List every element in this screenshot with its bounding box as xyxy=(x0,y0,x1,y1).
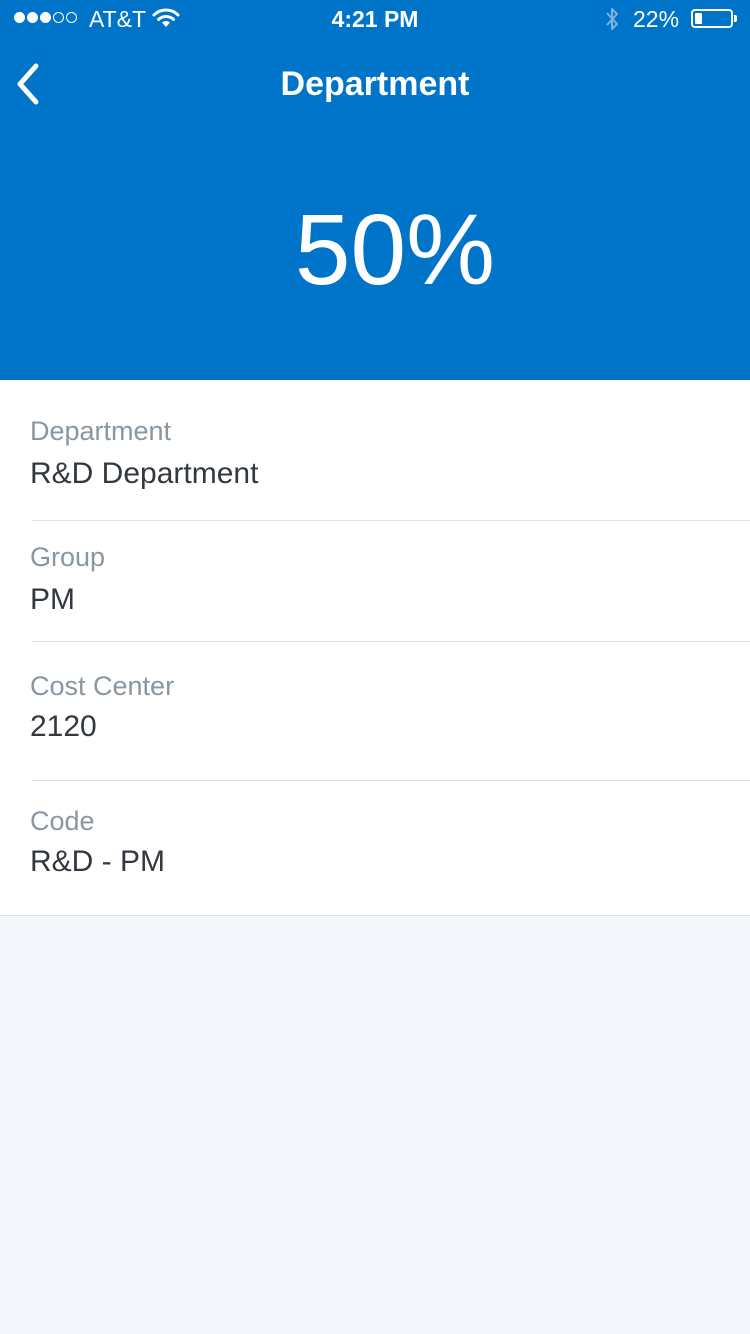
detail-row-department: Department R&D Department xyxy=(0,380,750,520)
battery-icon xyxy=(691,9,733,28)
detail-row-group: Group PM xyxy=(0,521,750,641)
detail-value: 2120 xyxy=(30,710,97,743)
page-title: Department xyxy=(280,65,470,103)
detail-row-cost-center: Cost Center 2120 xyxy=(0,642,750,780)
detail-label: Group xyxy=(30,542,106,572)
details-list: Department R&D Department Group PM Cost … xyxy=(0,380,750,916)
detail-value: R&D - PM xyxy=(30,845,165,878)
status-bar: AT&T 4:21 PM 22% xyxy=(0,0,750,40)
detail-row-code: Code R&D - PM xyxy=(0,781,750,915)
header: AT&T 4:21 PM 22% Department 50% xyxy=(0,0,750,380)
battery-percentage: 22% xyxy=(633,6,680,32)
bluetooth-icon xyxy=(606,8,618,30)
detail-label: Code xyxy=(30,806,95,836)
battery-level xyxy=(695,13,702,24)
detail-value: R&D Department xyxy=(30,457,259,490)
detail-value: PM xyxy=(30,583,75,616)
detail-label: Department xyxy=(30,416,172,446)
navigation-bar: Department xyxy=(0,40,750,130)
battery-tip xyxy=(734,15,737,22)
allocation-percentage: 50% xyxy=(294,194,496,306)
detail-label: Cost Center xyxy=(30,671,175,701)
